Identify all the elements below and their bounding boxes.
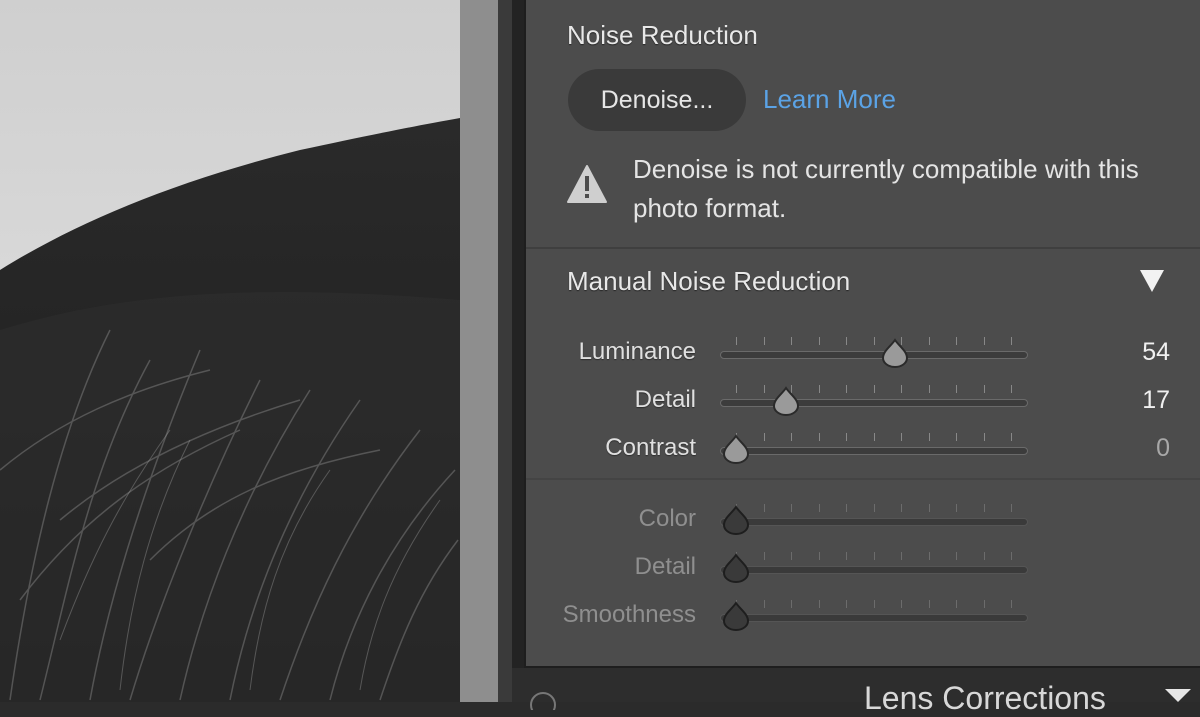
lens-corrections-title[interactable]: Lens Corrections — [864, 680, 1106, 717]
slider-ticks — [720, 600, 1028, 610]
denoise-button-label: Denoise... — [600, 85, 714, 114]
slider-label: Contrast — [605, 434, 696, 461]
warning-triangle-icon — [566, 164, 608, 209]
panel-edge — [512, 0, 524, 702]
slider-track[interactable] — [720, 351, 1028, 359]
slider-thumb[interactable] — [722, 505, 750, 535]
slider-thumb[interactable] — [722, 434, 750, 464]
slider-label: Luminance — [578, 338, 696, 365]
slider-thumb[interactable] — [722, 601, 750, 631]
slider-track[interactable] — [720, 447, 1028, 455]
slider-label: Detail — [634, 386, 696, 413]
slider-value[interactable]: 54 — [1142, 338, 1170, 367]
slider-ticks — [720, 504, 1028, 514]
slider-track[interactable] — [720, 614, 1028, 622]
denoise-button[interactable]: Denoise... — [568, 69, 746, 131]
triangle-down-icon[interactable] — [1164, 688, 1192, 707]
help-circle-icon[interactable] — [528, 690, 558, 717]
slider-thumb[interactable] — [881, 338, 909, 368]
slider-group-divider — [526, 478, 1200, 480]
slider-ticks — [720, 552, 1028, 562]
slider-row: Color — [526, 501, 1200, 537]
manual-noise-reduction-title[interactable]: Manual Noise Reduction — [567, 266, 850, 297]
slider-row: Luminance 54 — [526, 334, 1200, 370]
slider-ticks — [720, 337, 1028, 347]
slider-ticks — [720, 385, 1028, 395]
slider-track[interactable] — [720, 566, 1028, 574]
slider-row: Detail — [526, 549, 1200, 585]
slider-track[interactable] — [720, 399, 1028, 407]
slider-row: Contrast 0 — [526, 430, 1200, 466]
noise-reduction-panel: Noise Reduction Denoise... Learn More De… — [524, 0, 1200, 668]
slider-thumb[interactable] — [772, 386, 800, 416]
slider-row: Detail 17 — [526, 382, 1200, 418]
denoise-warning-text: Denoise is not currently compatible with… — [633, 154, 1139, 223]
triangle-down-icon[interactable] — [1139, 269, 1165, 298]
photo-image — [0, 0, 460, 702]
panel-divider[interactable] — [498, 0, 512, 702]
photo-preview — [0, 0, 460, 702]
section-divider — [526, 247, 1200, 249]
noise-reduction-title: Noise Reduction — [567, 20, 758, 50]
slider-label: Color — [638, 505, 696, 532]
slider-thumb[interactable] — [722, 553, 750, 583]
learn-more-link[interactable]: Learn More — [763, 84, 896, 115]
slider-value[interactable]: 0 — [1156, 434, 1170, 463]
slider-ticks — [720, 433, 1028, 443]
slider-label: Smoothness — [562, 601, 696, 628]
slider-label: Detail — [634, 553, 696, 580]
slider-value[interactable]: 17 — [1142, 386, 1170, 415]
slider-row: Smoothness — [526, 597, 1200, 633]
filmstrip-gutter — [460, 0, 498, 702]
slider-track[interactable] — [720, 518, 1028, 526]
